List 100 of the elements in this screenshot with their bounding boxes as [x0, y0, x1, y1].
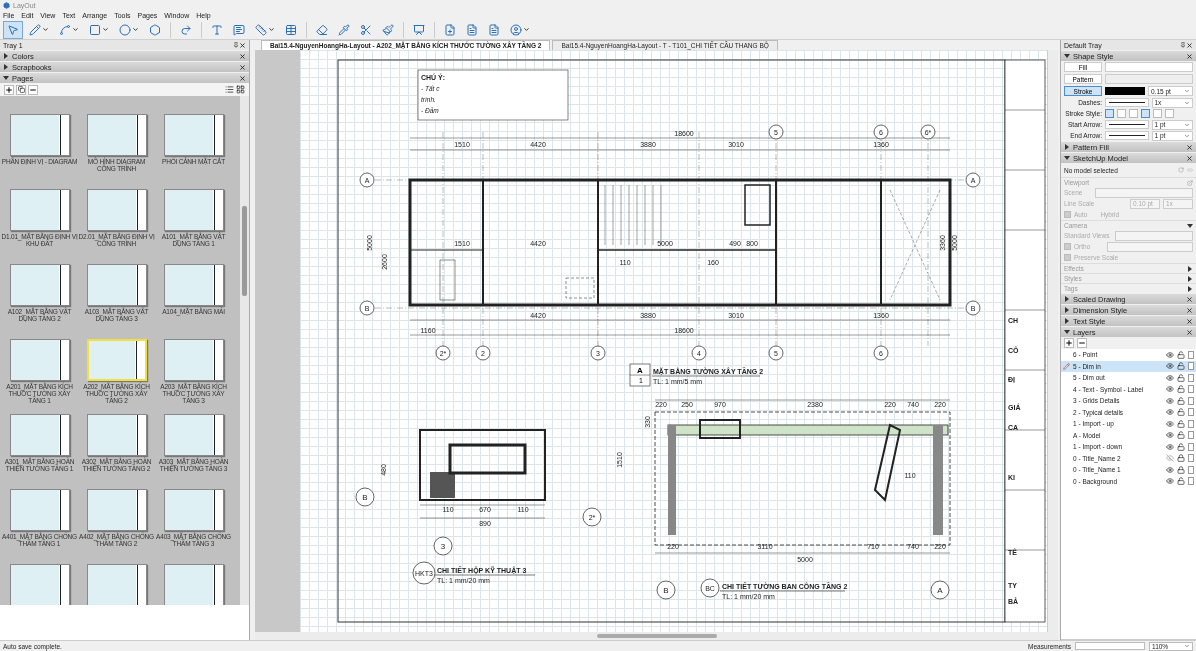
page-thumbnail[interactable] — [86, 189, 147, 231]
add-layer-button[interactable] — [1064, 338, 1074, 348]
unlock-icon[interactable] — [1177, 442, 1185, 451]
dropdown-caret-icon[interactable] — [102, 26, 109, 33]
eye-icon[interactable] — [1166, 477, 1174, 486]
plus-icon — [5, 85, 13, 94]
page-thumbnail[interactable] — [86, 264, 147, 306]
fill-color-field[interactable] — [1105, 62, 1193, 72]
dropdown-caret-icon[interactable] — [523, 26, 530, 33]
page-thumbnail[interactable] — [9, 564, 70, 605]
checkbox[interactable] — [1064, 243, 1071, 250]
close-icon[interactable] — [1186, 154, 1193, 162]
select-tool-button[interactable] — [3, 20, 23, 39]
eye-icon[interactable] — [1166, 465, 1174, 474]
eye-icon[interactable] — [1166, 362, 1174, 371]
expanded-triangle-icon[interactable] — [3, 75, 9, 81]
dash-style-dropdown[interactable] — [1105, 98, 1149, 107]
unlock-icon[interactable] — [1177, 362, 1185, 371]
unlock-icon[interactable] — [1177, 477, 1185, 486]
dropdown-caret-icon[interactable] — [72, 26, 79, 33]
close-icon[interactable] — [1186, 317, 1193, 325]
grid-bubble: B — [656, 580, 676, 600]
lock-icon[interactable] — [1177, 454, 1185, 463]
app-logo-icon — [3, 1, 10, 9]
grid-bubble: B — [355, 487, 375, 507]
unlock-icon[interactable] — [1177, 408, 1185, 417]
page-thumbnail[interactable] — [9, 189, 70, 231]
expanded-triangle-icon[interactable] — [1187, 222, 1193, 229]
add-page-button[interactable] — [4, 84, 14, 95]
unlock-icon[interactable] — [1177, 350, 1185, 359]
list-view-icon[interactable] — [225, 85, 234, 94]
dropdown-caret-icon[interactable] — [42, 26, 49, 33]
page-thumbnail[interactable] — [9, 489, 70, 531]
close-icon[interactable] — [239, 74, 246, 82]
pattern-field[interactable] — [1105, 74, 1193, 84]
grid-view-icon[interactable] — [236, 85, 245, 94]
page-thumbnail[interactable] — [163, 114, 224, 156]
end-arrow-dropdown[interactable] — [1105, 131, 1149, 140]
page-thumbnail[interactable] — [86, 489, 147, 531]
checkbox[interactable] — [1064, 254, 1071, 261]
eye-icon[interactable] — [1166, 431, 1174, 440]
close-icon[interactable] — [239, 52, 246, 60]
dropdown-caret-icon[interactable] — [132, 26, 139, 33]
page-thumbnail[interactable] — [163, 264, 224, 306]
unlock-icon[interactable] — [1177, 385, 1185, 394]
dropdown-caret-icon[interactable] — [268, 26, 275, 33]
eye-icon[interactable] — [1166, 350, 1174, 359]
close-icon[interactable] — [1186, 52, 1193, 60]
close-icon[interactable] — [1186, 143, 1193, 151]
duplicate-page-button[interactable] — [16, 84, 26, 95]
close-icon[interactable] — [1186, 295, 1193, 303]
page-thumbnail[interactable] — [9, 414, 70, 456]
eye-icon[interactable] — [1166, 408, 1174, 417]
close-icon[interactable] — [1186, 328, 1193, 336]
curved-arrow-icon — [180, 23, 192, 36]
close-icon[interactable] — [1186, 41, 1193, 49]
speech-bubble-icon — [233, 23, 245, 36]
expanded-triangle-icon[interactable] — [1064, 329, 1070, 335]
unlock-icon[interactable] — [1177, 431, 1185, 440]
close-icon[interactable] — [239, 63, 246, 71]
unlock-icon[interactable] — [1177, 419, 1185, 428]
expanded-triangle-icon[interactable] — [1064, 53, 1070, 59]
eraser-icon — [316, 23, 328, 36]
start-arrow-dropdown[interactable] — [1105, 120, 1149, 129]
circle-icon — [119, 23, 131, 36]
close-icon[interactable] — [239, 41, 246, 49]
page-thumbnail[interactable] — [163, 189, 224, 231]
eye-icon[interactable] — [1166, 419, 1174, 428]
lock-icon[interactable] — [1177, 465, 1185, 474]
page-thumbnail[interactable] — [163, 489, 224, 531]
expanded-triangle-icon[interactable] — [1064, 155, 1070, 161]
scrollbar-track[interactable] — [240, 96, 249, 605]
delete-layer-button[interactable] — [1077, 338, 1087, 348]
page-thumbnail[interactable] — [9, 339, 70, 381]
delete-page-button[interactable] — [28, 84, 38, 95]
eye-icon[interactable] — [1166, 385, 1174, 394]
page-thumbnail[interactable] — [163, 564, 224, 605]
eye-icon[interactable] — [1166, 373, 1174, 382]
checkbox[interactable] — [1064, 211, 1071, 218]
hexagon-icon — [149, 23, 161, 36]
close-icon[interactable] — [1186, 306, 1193, 314]
unlock-icon[interactable] — [1177, 396, 1185, 405]
page-thumbnail[interactable] — [9, 114, 70, 156]
minus-icon — [1078, 339, 1086, 347]
eye-icon[interactable] — [1166, 396, 1174, 405]
scrollbar-thumb[interactable] — [596, 634, 717, 638]
unlock-icon[interactable] — [1177, 373, 1185, 382]
page-thumbnail[interactable] — [9, 264, 70, 306]
eyedropper-icon — [338, 23, 350, 36]
page-thumbnail[interactable] — [86, 114, 147, 156]
scrollbar-track[interactable] — [1047, 50, 1058, 632]
page-thumbnail[interactable] — [163, 339, 224, 381]
page-thumbnail[interactable] — [163, 414, 224, 456]
scrollbar-thumb[interactable] — [242, 206, 247, 296]
measurements-field[interactable] — [1075, 642, 1145, 650]
page-thumbnail[interactable] — [86, 414, 147, 456]
eye-icon[interactable] — [1166, 442, 1174, 451]
page-thumbnail[interactable] — [86, 564, 147, 605]
stroke-color-swatch[interactable] — [1105, 87, 1145, 95]
collapsed-triangle-icon[interactable] — [1064, 144, 1070, 150]
